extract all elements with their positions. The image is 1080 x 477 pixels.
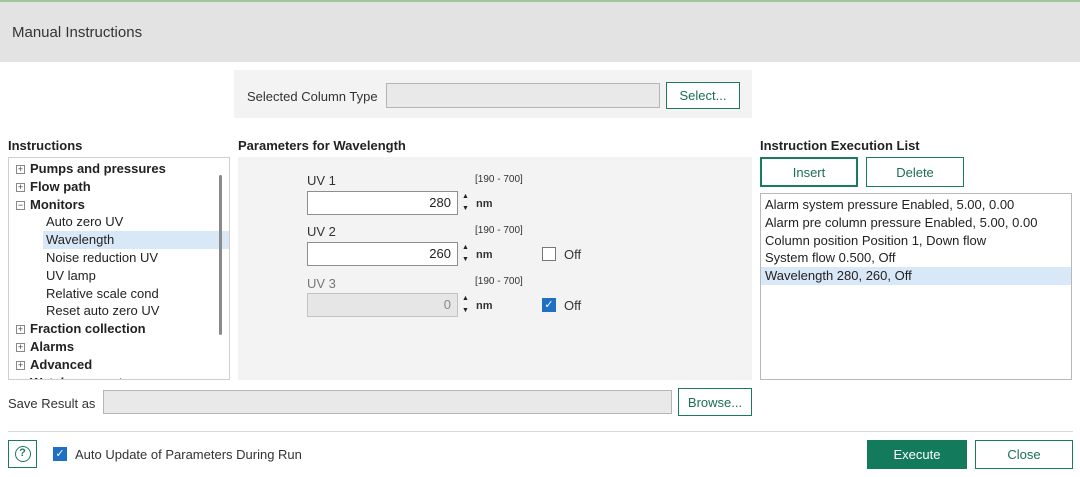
spin-up-icon: ▲	[462, 295, 469, 302]
uv2-spinner[interactable]: ▲ ▼	[459, 242, 472, 266]
uv2-range: [190 - 700]	[475, 225, 523, 236]
execution-list-heading: Instruction Execution List	[760, 138, 920, 153]
tree-item-label: Alarms	[30, 339, 75, 354]
uv1-range: [190 - 700]	[475, 174, 523, 185]
auto-update-label: Auto Update of Parameters During Run	[75, 447, 302, 462]
tree-item[interactable]: Wavelength	[43, 231, 229, 250]
tree-item-label: Auto zero UV	[46, 214, 124, 230]
checkmark-icon: ✓	[544, 299, 554, 311]
expand-icon[interactable]: +	[16, 343, 25, 352]
auto-update-checkbox[interactable]: ✓	[53, 447, 67, 461]
spin-up-icon[interactable]: ▲	[459, 191, 472, 203]
uv2-unit: nm	[476, 249, 493, 261]
footer-divider	[8, 431, 1073, 432]
spin-up-icon[interactable]: ▲	[459, 242, 472, 254]
expand-icon[interactable]: +	[16, 182, 25, 192]
execute-button[interactable]: Execute	[867, 440, 967, 469]
uv2-label: UV 2	[307, 224, 336, 239]
tree-group[interactable]: + Advanced	[9, 356, 219, 374]
instructions-heading: Instructions	[8, 138, 83, 153]
uv3-spinner: ▲ ▼	[459, 293, 472, 317]
execution-list-item[interactable]: Alarm pre column pressure Enabled, 5.00,…	[761, 214, 1071, 232]
tree-item-label: Noise reduction UV	[46, 250, 158, 265]
tree-item-label: Pumps and pressures	[30, 161, 166, 176]
tree-item[interactable]: Relative scale cond	[9, 285, 219, 303]
uv3-input: 0	[307, 293, 458, 317]
expand-icon[interactable]: +	[16, 360, 25, 370]
tree-item-label: Relative scale cond	[46, 285, 159, 301]
execution-list[interactable]: Alarm system pressure Enabled, 5.00, 0.0…	[760, 193, 1072, 380]
tree-item-label: Wavelength	[46, 232, 115, 248]
checkmark-icon: ✓	[55, 448, 65, 460]
window-title: Manual Instructions	[12, 24, 143, 41]
spin-down-icon[interactable]: ▼	[459, 254, 472, 266]
uv3-off-label: Off	[564, 298, 582, 313]
tree-item[interactable]: Reset auto zero UV	[9, 302, 219, 320]
spin-down-icon: ▼	[462, 307, 469, 314]
execution-list-item[interactable]: Wavelength 280, 260, Off	[761, 267, 1071, 286]
uv3-label: UV 3	[307, 276, 336, 291]
uv1-unit: nm	[476, 198, 493, 210]
spin-down-icon[interactable]: ▼	[459, 203, 472, 215]
uv3-range: [190 - 700]	[475, 276, 523, 287]
uv2-off-checkbox[interactable]	[542, 247, 556, 261]
browse-button[interactable]: Browse...	[678, 388, 752, 416]
title-bar: Manual Instructions	[0, 2, 1080, 62]
tree-item-label: Reset auto zero UV	[46, 303, 160, 319]
delete-button[interactable]: Delete	[866, 157, 964, 187]
execution-list-item[interactable]: Alarm system pressure Enabled, 5.00, 0.0…	[761, 196, 1071, 214]
tree-item-label: Fraction collection	[30, 321, 146, 337]
expand-icon[interactable]: +	[16, 378, 25, 379]
insert-button[interactable]: Insert	[760, 157, 858, 187]
uv3-off-checkbox[interactable]: ✓	[542, 298, 556, 312]
select-column-button[interactable]: Select...	[666, 82, 740, 109]
help-circle-icon: ?	[14, 446, 31, 462]
uv2-off-label: Off	[564, 247, 582, 262]
tree-group[interactable]: − Monitors	[9, 196, 219, 214]
tree-item-label: Monitors	[30, 196, 85, 212]
tree-item-label: UV lamp	[46, 267, 96, 283]
instructions-tree[interactable]: + Pumps and pressures + Flow path − Monitors A…	[8, 157, 230, 380]
column-type-field	[386, 83, 660, 108]
collapse-icon[interactable]: −	[16, 200, 25, 210]
tree-group[interactable]: + Pumps and pressures	[9, 160, 219, 178]
tree-item-label: Advanced	[30, 356, 93, 372]
help-button[interactable]: ?	[8, 440, 37, 468]
tree-item[interactable]: Auto zero UV	[9, 213, 219, 231]
execution-list-item[interactable]: System flow 0.500, Off	[761, 249, 1071, 267]
uv3-unit: nm	[476, 300, 493, 312]
tree-item-label: Flow path	[30, 178, 91, 194]
tree-item[interactable]: UV lamp	[9, 267, 219, 285]
uv2-input[interactable]: 260	[307, 242, 458, 266]
uv1-label: UV 1	[307, 173, 336, 188]
tree-group[interactable]: + Fraction collection	[9, 320, 219, 338]
tree-item-label: Watch parameters	[30, 374, 142, 379]
uv1-spinner[interactable]: ▲ ▼	[459, 191, 472, 215]
tree-group[interactable]: + Alarms	[9, 338, 219, 356]
tree-group[interactable]: + Watch parameters	[9, 374, 219, 379]
expand-icon[interactable]: +	[16, 165, 25, 174]
tree-scrollbar[interactable]	[219, 175, 222, 335]
tree-group[interactable]: + Flow path	[9, 178, 219, 196]
expand-icon[interactable]: +	[16, 325, 25, 335]
execution-list-item[interactable]: Column position Position 1, Down flow	[761, 232, 1071, 250]
tree-item[interactable]: Noise reduction UV	[9, 249, 219, 267]
save-result-field	[103, 390, 672, 414]
parameters-heading: Parameters for Wavelength	[238, 138, 406, 153]
close-button[interactable]: Close	[975, 440, 1073, 469]
column-type-label: Selected Column Type	[247, 89, 378, 104]
uv1-input[interactable]: 280	[307, 191, 458, 215]
save-result-label: Save Result as	[8, 396, 96, 411]
